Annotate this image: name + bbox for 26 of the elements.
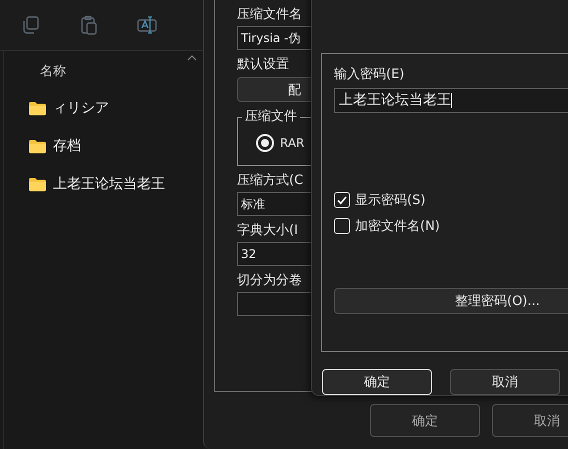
dialog-button[interactable]: 确定 <box>370 404 480 437</box>
archive-name-label: 压缩文件名 <box>237 6 302 24</box>
split-volumes-label: 切分为分卷 <box>237 272 302 290</box>
dialog-button[interactable]: 确定 <box>322 369 432 395</box>
option-checkbox[interactable]: 加密文件名(N) <box>334 217 568 235</box>
sort-caret-icon <box>187 55 197 61</box>
paste-icon[interactable] <box>79 15 99 35</box>
format-radio[interactable]: RAR <box>256 134 438 152</box>
folder-item[interactable]: 存档 <box>4 127 203 165</box>
folder-icon <box>28 138 47 154</box>
folder-icon <box>28 176 47 192</box>
option-checkbox[interactable]: 显示密码(S) <box>334 191 568 209</box>
column-header[interactable]: 名称 <box>4 61 203 83</box>
password-field[interactable]: 上老王论坛当老王 <box>334 88 568 113</box>
rename-icon[interactable] <box>137 15 159 35</box>
default-settings-label: 默认设置 <box>237 56 289 74</box>
copy-icon[interactable] <box>21 15 41 35</box>
organize-passwords-button[interactable]: 整理密码(O)... <box>334 288 568 314</box>
folder-item[interactable]: 上老王论坛当老王 <box>4 165 203 203</box>
dialog-button[interactable]: 取消 <box>492 404 568 437</box>
folder-icon <box>28 100 47 116</box>
folder-item[interactable]: ィリシア <box>4 89 203 127</box>
dictionary-size-label: 字典大小(I <box>237 222 298 240</box>
compression-method-label: 压缩方式(C <box>237 172 304 190</box>
dialog-button[interactable]: 取消 <box>450 369 560 395</box>
password-label: 输入密码(E) <box>334 66 404 84</box>
